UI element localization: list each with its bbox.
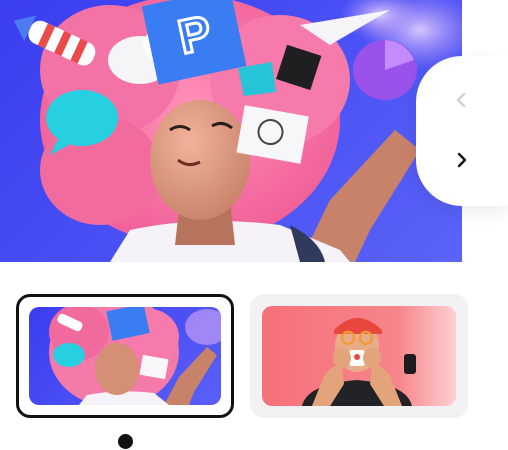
hero-illustration: P: [13, 0, 462, 262]
thumbnail-image-1: [29, 307, 221, 405]
pagination-dot-active[interactable]: [118, 434, 133, 449]
thumbnail-slide-1[interactable]: [16, 294, 234, 418]
chevron-right-icon: [457, 152, 467, 168]
thumbnail-image-2: [262, 306, 456, 406]
thumbnail-slide-2[interactable]: [250, 294, 468, 418]
image-carousel: P: [0, 0, 508, 450]
next-button[interactable]: [444, 142, 480, 178]
chevron-left-icon: [456, 92, 466, 108]
carousel-navigation: [416, 56, 508, 206]
hero-image: P: [0, 0, 462, 262]
previous-button[interactable]: [444, 82, 480, 118]
